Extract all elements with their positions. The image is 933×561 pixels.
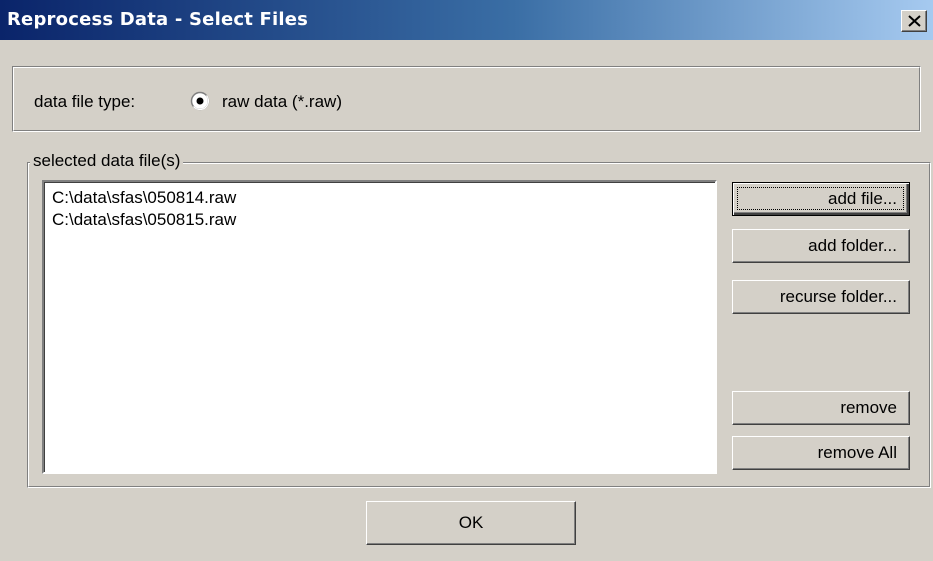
- radio-selected-icon: [196, 97, 204, 105]
- remove-label: remove: [840, 398, 897, 417]
- remove-all-label: remove All: [817, 443, 897, 462]
- list-item[interactable]: C:\data\sfas\050815.raw: [52, 210, 236, 230]
- close-button[interactable]: [901, 10, 927, 32]
- ok-label: OK: [458, 513, 484, 532]
- file-type-group: [12, 66, 921, 132]
- add-file-label: add file...: [828, 189, 897, 208]
- file-listbox[interactable]: C:\data\sfas\050814.raw C:\data\sfas\050…: [42, 180, 717, 474]
- window-title: Reprocess Data - Select Files: [7, 9, 309, 30]
- ok-button[interactable]: OK: [366, 501, 576, 545]
- remove-all-button[interactable]: remove All: [732, 436, 910, 470]
- add-file-button[interactable]: add file...: [732, 182, 910, 216]
- reprocess-data-dialog: Reprocess Data - Select Files data file …: [0, 0, 933, 561]
- radio-raw-data-label[interactable]: raw data (*.raw): [222, 92, 342, 112]
- file-type-label: data file type:: [34, 92, 136, 111]
- radio-raw-data[interactable]: [190, 91, 210, 111]
- list-item[interactable]: C:\data\sfas\050814.raw: [52, 188, 236, 208]
- add-folder-button[interactable]: add folder...: [732, 229, 910, 263]
- close-icon: [908, 15, 921, 27]
- recurse-folder-button[interactable]: recurse folder...: [732, 280, 910, 314]
- recurse-folder-label: recurse folder...: [779, 287, 897, 306]
- title-bar[interactable]: Reprocess Data - Select Files: [0, 0, 933, 40]
- remove-button[interactable]: remove: [732, 391, 910, 425]
- selected-files-legend: selected data file(s): [30, 151, 184, 171]
- add-folder-label: add folder...: [808, 236, 897, 255]
